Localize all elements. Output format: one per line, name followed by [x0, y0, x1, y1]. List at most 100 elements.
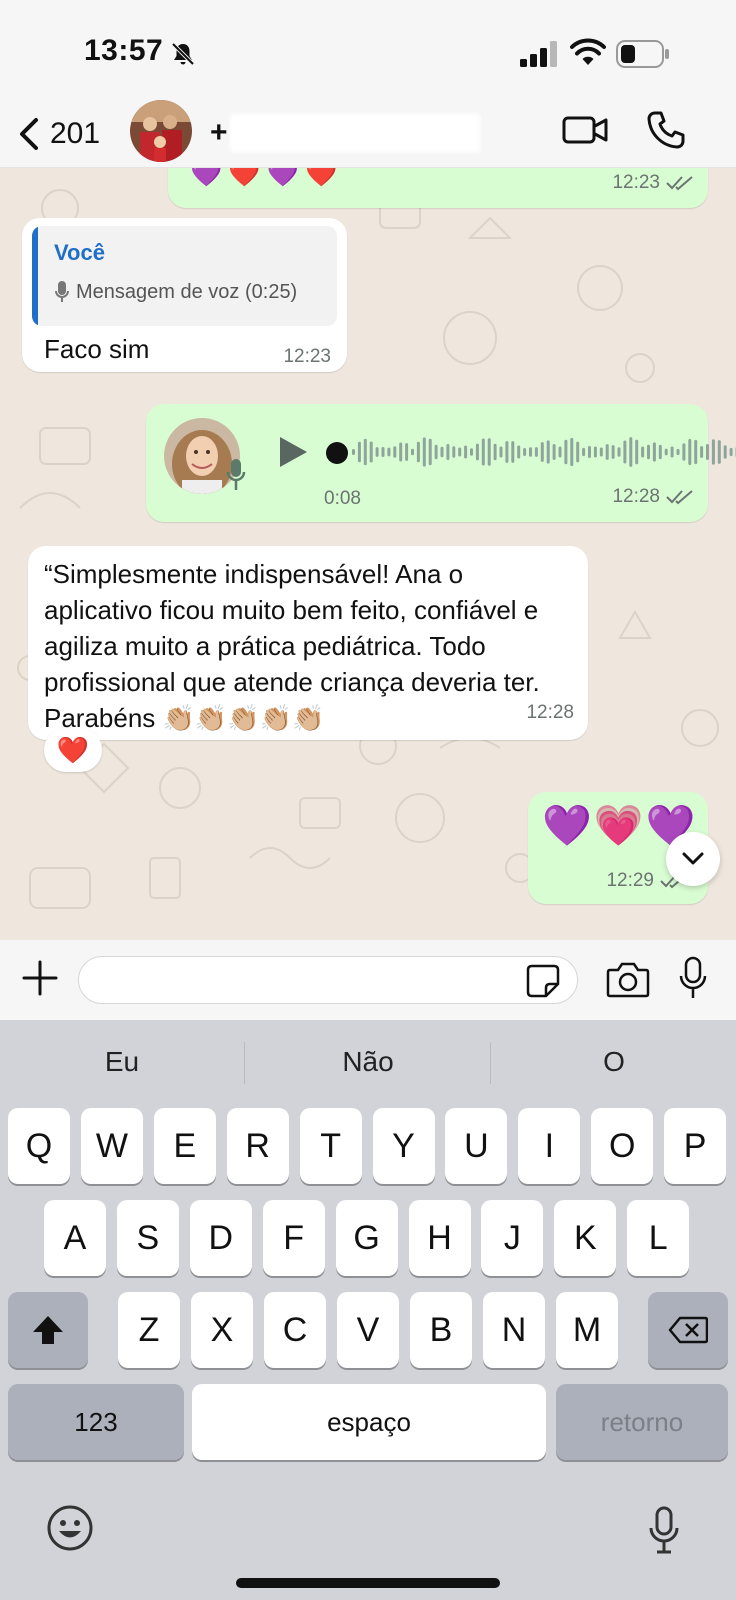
key-u[interactable]: U [445, 1108, 508, 1184]
waveform-bar [670, 446, 674, 458]
quoted-message[interactable]: Você Mensagem de voz (0:25) [32, 226, 337, 326]
key-m[interactable]: M [556, 1292, 618, 1368]
waveform-bar [464, 445, 468, 459]
waveform-bar [387, 447, 391, 457]
waveform-bar [529, 447, 532, 457]
message-time: 12:28 [526, 702, 574, 723]
voice-duration: 0:08 [324, 488, 361, 509]
waveform-bar [688, 439, 692, 465]
key-n[interactable]: N [483, 1292, 545, 1368]
key-q[interactable]: Q [8, 1108, 70, 1184]
key-d[interactable]: D [189, 1200, 252, 1276]
back-button[interactable]: 201 [18, 112, 100, 156]
backspace-icon [668, 1316, 708, 1344]
unread-count: 201 [50, 117, 101, 150]
key-o[interactable]: O [591, 1108, 654, 1184]
key-k[interactable]: K [554, 1200, 617, 1276]
key-t[interactable]: T [299, 1108, 362, 1184]
chevron-down-icon [682, 852, 704, 865]
camera-icon[interactable] [606, 960, 650, 1000]
message-incoming[interactable]: Você Mensagem de voz (0:25) Faco sim 12:… [22, 218, 347, 372]
phone-icon[interactable] [646, 110, 686, 150]
backspace-key[interactable] [648, 1292, 728, 1368]
message-text: Faco sim [44, 334, 150, 364]
waveform-bar [558, 446, 562, 458]
waveform-bar [523, 448, 527, 456]
waveform-bar [517, 445, 521, 459]
waveform-bar [635, 439, 639, 465]
waveform-bar [440, 446, 444, 458]
key-b[interactable]: B [410, 1292, 472, 1368]
key-v[interactable]: V [337, 1292, 399, 1368]
key-i[interactable]: I [518, 1108, 581, 1184]
message-reaction[interactable]: ❤️ [44, 728, 102, 772]
suggestion-item[interactable]: Eu [0, 1020, 244, 1104]
key-y[interactable]: Y [372, 1108, 435, 1184]
return-key[interactable]: retorno [556, 1384, 728, 1460]
message-text: 💜❤️💜❤️ [190, 168, 344, 188]
contact-name-prefix: + [210, 116, 228, 149]
message-input[interactable] [78, 956, 578, 1004]
key-h[interactable]: H [408, 1200, 471, 1276]
key-s[interactable]: S [116, 1200, 179, 1276]
scroll-to-bottom-button[interactable] [666, 832, 720, 886]
key-r[interactable]: R [226, 1108, 289, 1184]
emoji-icon[interactable] [46, 1504, 94, 1552]
key-x[interactable]: X [191, 1292, 253, 1368]
quote-accent-bar [32, 226, 38, 326]
waveform-bar [534, 447, 538, 457]
message-incoming[interactable]: “Simplesmente indispensável! Ana o aplic… [28, 546, 588, 740]
key-e[interactable]: E [153, 1108, 216, 1184]
video-camera-icon[interactable] [562, 112, 608, 148]
key-p[interactable]: P [664, 1108, 727, 1184]
waveform-bar [493, 443, 497, 461]
plus-icon[interactable] [20, 958, 60, 998]
waveform-bar [570, 437, 574, 467]
waveform-bar [458, 447, 462, 457]
key-w[interactable]: W [80, 1108, 143, 1184]
waveform[interactable] [352, 430, 736, 474]
contact-name[interactable]: + [210, 114, 480, 152]
suggestion-bar: Eu Não O [0, 1020, 736, 1104]
message-time: 12:23 [283, 346, 331, 367]
key-g[interactable]: G [335, 1200, 398, 1276]
message-text: “Simplesmente indispensável! Ana o aplic… [44, 559, 540, 733]
message-meta: 12:28 [612, 486, 694, 508]
key-z[interactable]: Z [118, 1292, 180, 1368]
playback-scrubber[interactable] [326, 442, 348, 464]
waveform-bar [428, 438, 432, 466]
waveform-bar [652, 442, 656, 462]
key-f[interactable]: F [262, 1200, 325, 1276]
message-meta: 12:23 [612, 172, 694, 194]
key-l[interactable]: L [627, 1200, 690, 1276]
message-outgoing[interactable]: 💜❤️💜❤️ 12:23 [168, 168, 708, 208]
contact-avatar[interactable] [130, 100, 192, 162]
chevron-left-icon [20, 118, 38, 150]
message-composer [0, 940, 736, 1020]
suggestion-item[interactable]: Não [246, 1020, 490, 1104]
shift-key[interactable] [8, 1292, 88, 1368]
dictation-icon[interactable] [648, 1506, 680, 1554]
waveform-bar [499, 446, 503, 458]
chat-area[interactable]: 💜❤️💜❤️ 12:23 Você Mensagem de voz (0:25)… [0, 168, 736, 940]
key-c[interactable]: C [264, 1292, 326, 1368]
waveform-bar [564, 439, 568, 465]
waveform-bar [611, 445, 615, 459]
key-a[interactable]: A [44, 1200, 106, 1276]
waveform-bar [623, 440, 627, 464]
suggestion-item[interactable]: O [492, 1020, 736, 1104]
waveform-bar [599, 447, 603, 457]
waveform-bar [723, 445, 727, 459]
play-icon[interactable] [276, 434, 310, 470]
waveform-bar [552, 443, 556, 461]
quoted-preview: Mensagem de voz (0:25) [54, 280, 297, 304]
space-key[interactable]: espaço [192, 1384, 546, 1460]
numbers-key[interactable]: 123 [8, 1384, 184, 1460]
waveform-bar [505, 441, 509, 463]
key-j[interactable]: J [481, 1200, 544, 1276]
voice-message-outgoing[interactable]: 0:08 12:28 [146, 404, 736, 522]
waveform-bar [357, 441, 361, 463]
sticker-icon[interactable] [526, 964, 560, 998]
keyboard: Eu Não O QWERTYUIOPASDFGHJKLZXCVBNM 123 … [0, 1020, 736, 1600]
microphone-icon[interactable] [678, 956, 708, 1000]
